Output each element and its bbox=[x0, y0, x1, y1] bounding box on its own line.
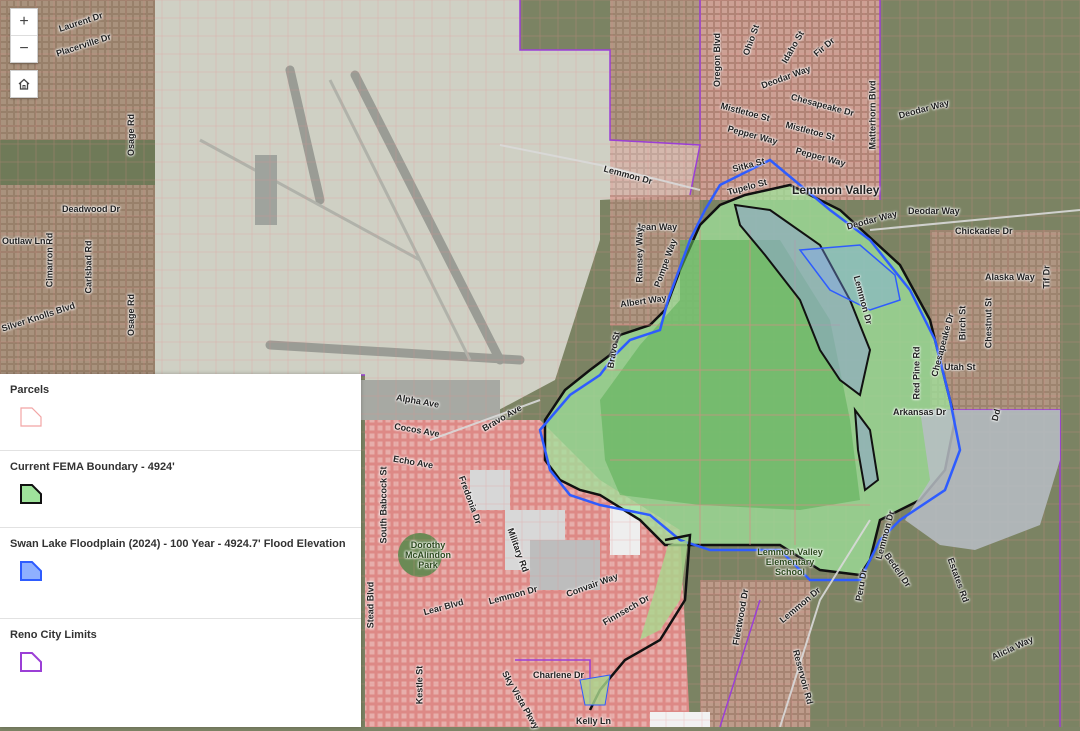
label-kelly: Kelly Ln bbox=[576, 716, 612, 726]
label-charlene: Charlene Dr bbox=[533, 670, 585, 680]
label-kestle: Kestle St bbox=[414, 665, 425, 705]
label-oregon: Oregon Blvd bbox=[712, 32, 723, 88]
legend-title: Parcels bbox=[10, 384, 50, 396]
legend-item-parcels: Parcels bbox=[0, 374, 361, 451]
floodplain-symbol-icon bbox=[20, 561, 42, 581]
label-redpine: Red Pine Rd bbox=[911, 346, 922, 400]
label-arkansas: Arkansas Dr bbox=[893, 407, 947, 417]
label-osage-2: Osage Rd bbox=[126, 293, 137, 337]
zoom-in-button[interactable]: + bbox=[11, 9, 37, 35]
legend-title: Reno City Limits bbox=[10, 629, 97, 641]
label-chestnut: Chestnut St bbox=[983, 297, 994, 349]
label-birch: Birch St bbox=[957, 305, 968, 341]
legend-item-floodplain: Swan Lake Floodplain (2024) - 100 Year -… bbox=[0, 528, 361, 619]
legend-title: Current FEMA Boundary - 4924' bbox=[10, 461, 175, 473]
legend-item-city-limits: Reno City Limits bbox=[0, 619, 361, 727]
home-icon bbox=[18, 78, 30, 90]
label-stead: Stead Blvd bbox=[365, 581, 376, 629]
label-outlaw: Outlaw Ln bbox=[2, 236, 46, 246]
label-osage: Osage Rd bbox=[126, 113, 137, 157]
label-tif: Tif Dr bbox=[1041, 265, 1052, 289]
label-chickadee: Chickadee Dr bbox=[955, 226, 1013, 236]
legend-title: Swan Lake Floodplain (2024) - 100 Year -… bbox=[10, 538, 346, 550]
zoom-out-button[interactable]: − bbox=[11, 35, 37, 62]
label-dorothy: Dorothy McAlindon Park bbox=[405, 540, 451, 570]
fema-symbol-icon bbox=[20, 484, 42, 504]
label-carlsbad: Carlsbad Rd bbox=[83, 240, 94, 294]
label-alaska: Alaska Way bbox=[985, 272, 1035, 282]
label-lemmon-valley-school: Lemmon Valley Elementary School bbox=[757, 547, 823, 577]
home-button[interactable] bbox=[10, 70, 38, 98]
label-south-babcock: South Babcock St bbox=[378, 466, 389, 544]
parcel-symbol-icon bbox=[20, 407, 42, 427]
label-deadwood: Deadwood Dr bbox=[62, 204, 121, 214]
city-limits-symbol-icon bbox=[20, 652, 42, 672]
legend-panel: Parcels Current FEMA Boundary - 4924' Sw… bbox=[0, 374, 361, 727]
zoom-control: + − bbox=[10, 8, 38, 63]
label-ramsey: Ramsey Way bbox=[634, 227, 645, 283]
label-lemmon-valley: Lemmon Valley bbox=[792, 183, 880, 197]
label-matterhorn: Matterhorn Blvd bbox=[867, 80, 878, 150]
label-utah: Utah St bbox=[944, 362, 976, 372]
label-deodar-4: Deodar Way bbox=[908, 206, 960, 216]
legend-item-fema: Current FEMA Boundary - 4924' bbox=[0, 451, 361, 528]
